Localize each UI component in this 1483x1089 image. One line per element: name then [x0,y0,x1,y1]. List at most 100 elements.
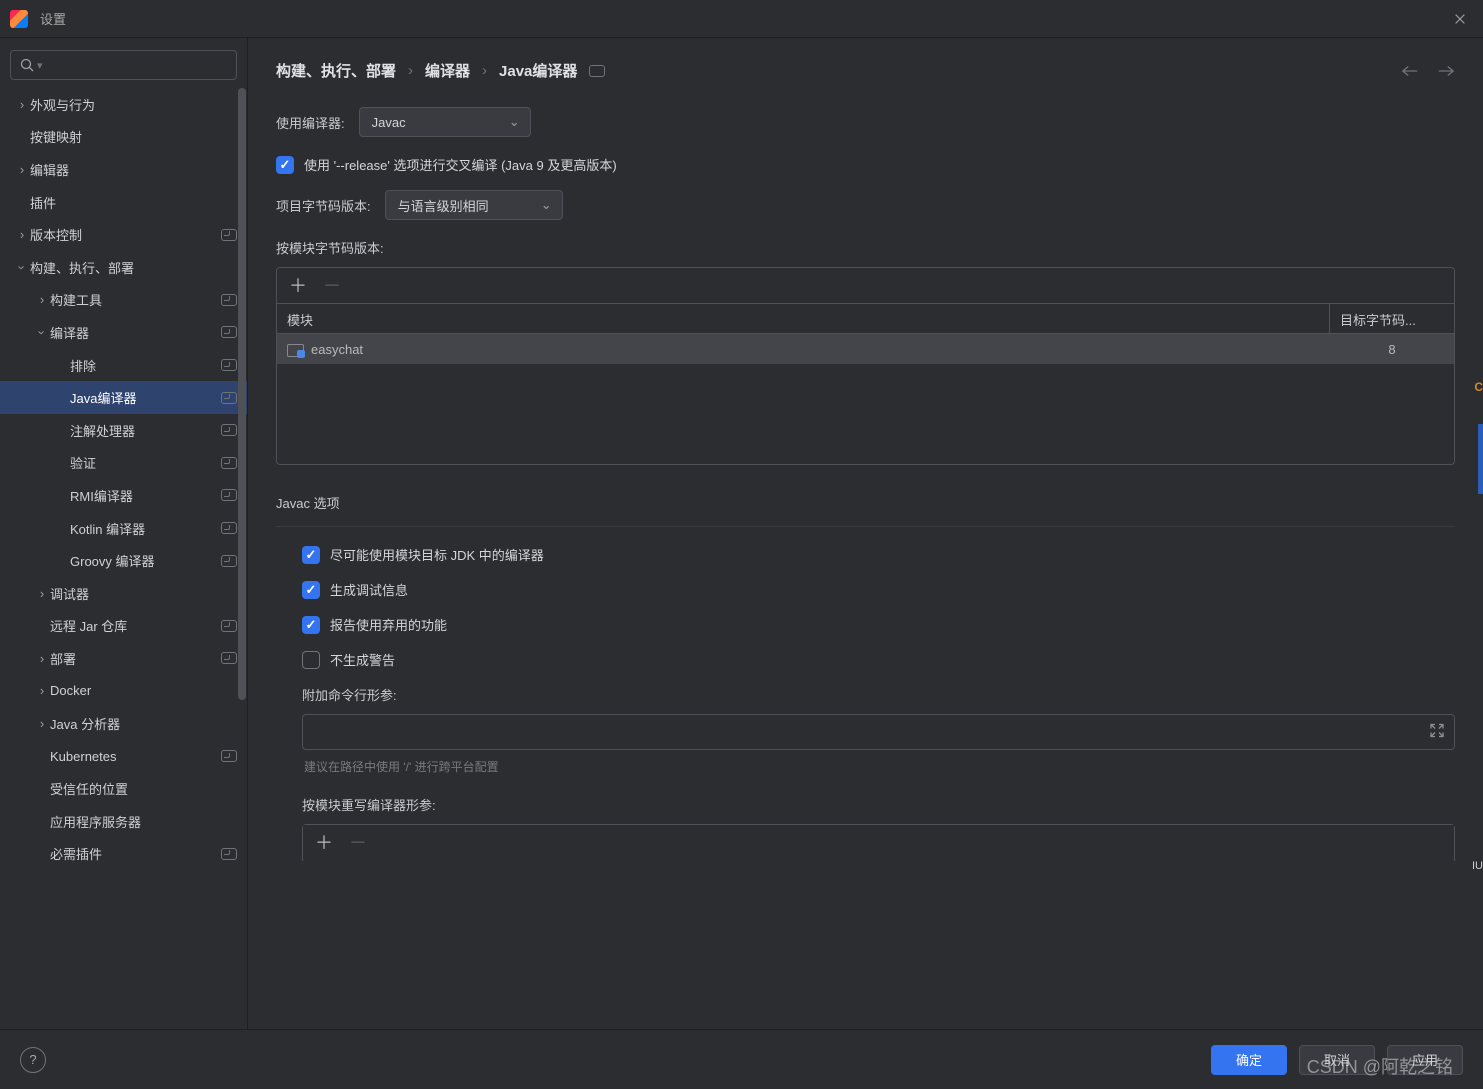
tree-item-java-[interactable]: Java编译器 [0,381,247,414]
tree-item-label: 验证 [70,453,221,472]
tree-item-label: Kubernetes [50,749,221,764]
generate-debug-label: 生成调试信息 [330,580,408,599]
breadcrumb-part[interactable]: 构建、执行、部署 [276,60,396,81]
project-scope-badge [221,229,237,241]
per-module-label: 按模块字节码版本: [276,238,1455,257]
search-input[interactable]: ▾ [10,50,237,80]
remove-button[interactable]: － [323,277,341,295]
tree-item--[interactable]: 插件 [0,186,247,219]
tree-item--[interactable]: ›编辑器 [0,153,247,186]
use-module-jdk-label: 尽可能使用模块目标 JDK 中的编译器 [330,545,544,564]
add-button[interactable]: ＋ [315,834,333,852]
release-option-label: 使用 '--release' 选项进行交叉编译 (Java 9 及更高版本) [304,155,617,174]
tree-item--[interactable]: 按键映射 [0,121,247,154]
report-deprecated-label: 报告使用弃用的功能 [330,615,447,634]
javac-options-title: Javac 选项 [276,493,1455,512]
project-scope-badge [221,457,237,469]
additional-args-label: 附加命令行形参: [302,685,1455,704]
release-option-checkbox[interactable] [276,156,294,174]
tree-item-label: 部署 [50,649,221,668]
jetbrains-icon [10,10,28,28]
table-row[interactable]: easychat 8 [277,334,1454,364]
close-button[interactable] [1447,6,1473,32]
chevron-down-icon: ⌄ [509,114,520,130]
tree-item-kubernetes[interactable]: Kubernetes [0,740,247,773]
ok-button[interactable]: 确定 [1211,1045,1287,1075]
chevron-right-icon: › [482,62,487,79]
no-warnings-checkbox[interactable] [302,651,320,669]
target-bytecode-cell[interactable]: 8 [1330,342,1454,357]
additional-args-hint: 建议在路径中使用 '/' 进行跨平台配置 [304,758,1455,775]
tree-item-label: Java编译器 [70,388,221,407]
tree-item--[interactable]: ›外观与行为 [0,88,247,121]
tree-item--[interactable]: 必需插件 [0,838,247,871]
project-bytecode-label: 项目字节码版本: [276,196,371,215]
select-value: 与语言级别相同 [398,196,489,215]
nav-forward-icon[interactable] [1437,64,1455,78]
tree-item-label: 插件 [30,193,237,212]
tree-item-label: 受信任的位置 [50,779,237,798]
add-button[interactable]: ＋ [289,277,307,295]
tree-item-label: Java 分析器 [50,714,237,733]
tree-item-label: 远程 Jar 仓库 [50,616,221,635]
tree-item--[interactable]: ›编译器 [0,316,247,349]
use-module-jdk-checkbox[interactable] [302,546,320,564]
use-compiler-label: 使用编译器: [276,113,345,132]
cancel-button[interactable]: 取消 [1299,1045,1375,1075]
additional-args-field[interactable] [302,714,1455,750]
col-target-header[interactable]: 目标字节码... [1330,304,1454,333]
tree-item-label: Kotlin 编译器 [70,519,221,538]
col-module-header[interactable]: 模块 [277,304,1330,333]
tree-item--jar-[interactable]: 远程 Jar 仓库 [0,610,247,643]
tree-item--[interactable]: ›部署 [0,642,247,675]
project-scope-badge [221,522,237,534]
tree-item--[interactable]: 受信任的位置 [0,772,247,805]
tree-item-label: 应用程序服务器 [50,812,237,831]
tree-item-docker[interactable]: ›Docker [0,675,247,708]
project-scope-badge [589,65,605,77]
search-icon [19,57,35,73]
tree-item-label: 编译器 [50,323,221,342]
tree-item-label: 注解处理器 [70,421,221,440]
project-scope-badge [221,652,237,664]
tree-item--[interactable]: ›版本控制 [0,218,247,251]
override-compiler-args-table: ＋ － [302,824,1455,861]
dialog-footer: ? 确定 取消 应用 [0,1029,1483,1089]
report-deprecated-checkbox[interactable] [302,616,320,634]
tree-item-java-[interactable]: ›Java 分析器 [0,707,247,740]
project-scope-badge [221,750,237,762]
use-compiler-select[interactable]: Javac ⌄ [359,107,531,137]
tree-item--[interactable]: ›构建工具 [0,284,247,317]
project-scope-badge [221,848,237,860]
tree-item-label: 必需插件 [50,844,221,863]
tree-item--[interactable]: 排除 [0,349,247,382]
tree-item--[interactable]: ›构建、执行、部署 [0,251,247,284]
tree-item-groovy-[interactable]: Groovy 编译器 [0,544,247,577]
project-scope-badge [221,555,237,567]
help-button[interactable]: ? [20,1047,46,1073]
tree-item--[interactable]: 注解处理器 [0,414,247,447]
tree-item-label: RMI编译器 [70,486,221,505]
tree-item-rmi-[interactable]: RMI编译器 [0,479,247,512]
apply-button[interactable]: 应用 [1387,1045,1463,1075]
project-bytecode-select[interactable]: 与语言级别相同 ⌄ [385,190,563,220]
scrollbar[interactable] [238,88,246,700]
chevron-right-icon: › [34,716,50,731]
tree-item--[interactable]: ›调试器 [0,577,247,610]
chevron-down-icon: › [34,325,50,340]
generate-debug-checkbox[interactable] [302,581,320,599]
content-panel: 构建、执行、部署 › 编译器 › Java编译器 使用编译器: Javac ⌄ … [248,38,1483,1029]
tree-item-label: 版本控制 [30,225,221,244]
chevron-right-icon: › [34,651,50,666]
breadcrumb-part[interactable]: 编译器 [425,60,470,81]
nav-back-icon[interactable] [1401,64,1419,78]
tree-item--[interactable]: 应用程序服务器 [0,805,247,838]
remove-button[interactable]: － [349,834,367,852]
override-per-module-label: 按模块重写编译器形参: [302,795,1455,814]
expand-icon[interactable] [1430,724,1444,741]
tree-item-label: 外观与行为 [30,95,237,114]
chevron-down-icon: › [14,260,30,275]
tree-item-label: 构建工具 [50,290,221,309]
tree-item-kotlin-[interactable]: Kotlin 编译器 [0,512,247,545]
tree-item--[interactable]: 验证 [0,447,247,480]
